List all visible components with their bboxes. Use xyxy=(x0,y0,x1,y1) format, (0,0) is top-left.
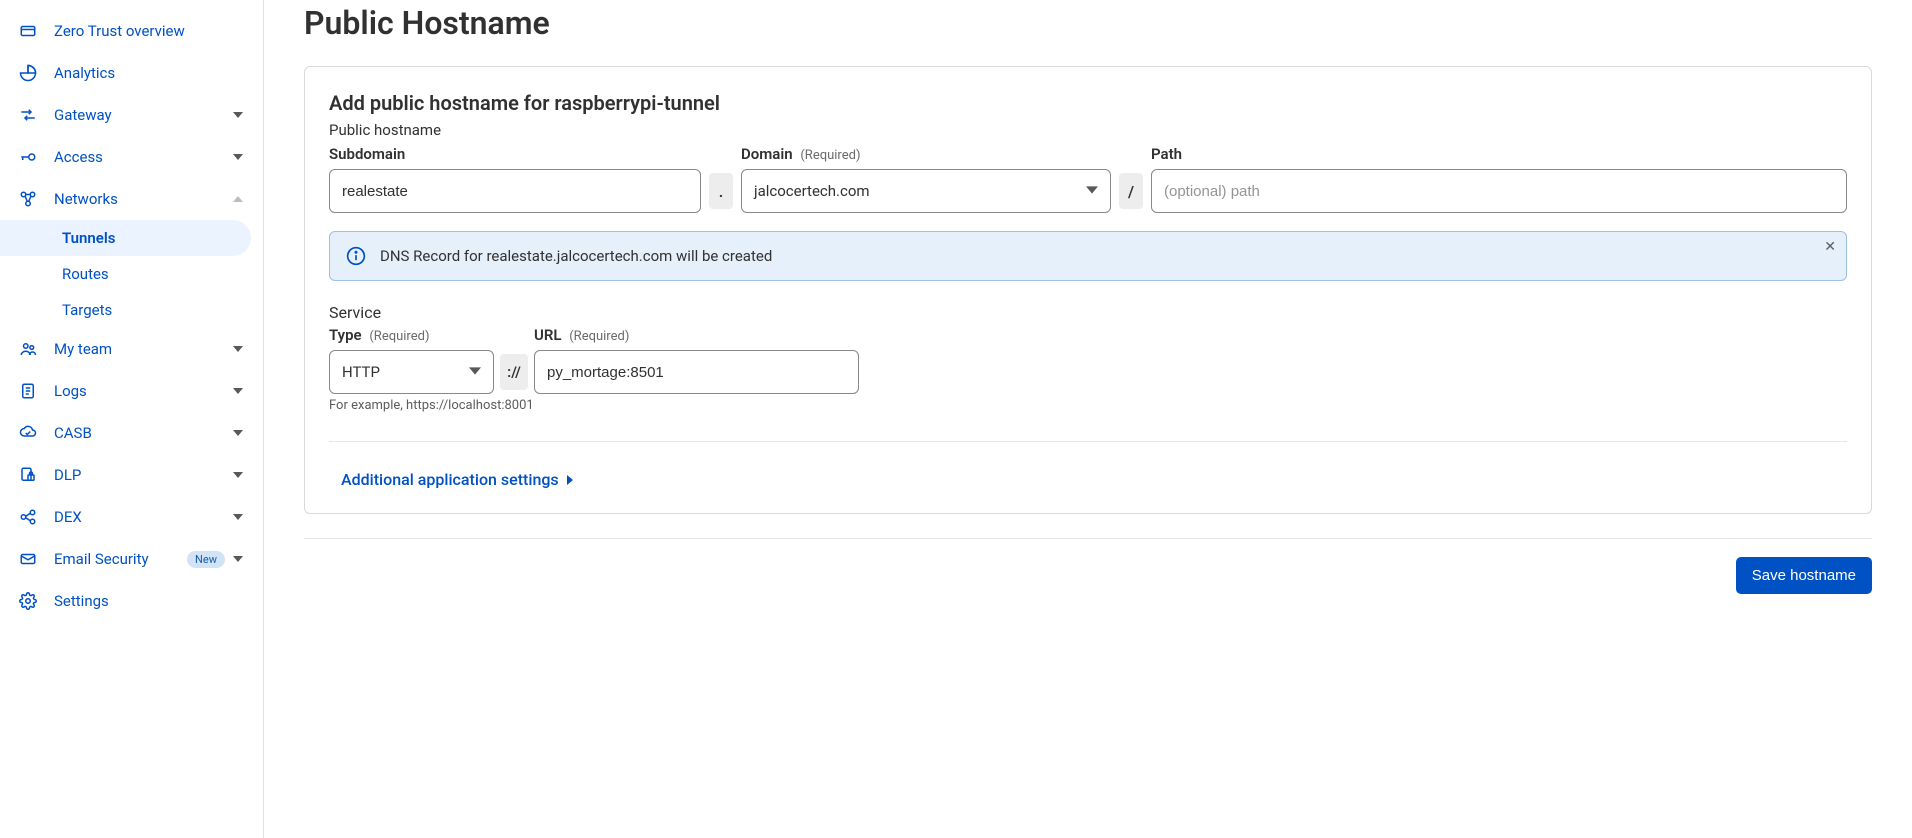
path-input[interactable] xyxy=(1151,169,1847,213)
sidebar-subitems-networks: Tunnels Routes Targets xyxy=(0,220,263,328)
analytics-icon xyxy=(18,63,38,83)
domain-select[interactable]: jalcocertech.com xyxy=(741,169,1111,213)
chevron-down-icon xyxy=(469,363,481,381)
sidebar-item-routes[interactable]: Routes xyxy=(0,256,263,292)
sidebar-item-analytics[interactable]: Analytics xyxy=(0,52,263,94)
footer-actions: Save hostname xyxy=(304,557,1872,594)
url-label-text: URL xyxy=(534,326,562,344)
chevron-down-icon xyxy=(233,512,245,522)
page-title: Public Hostname xyxy=(304,4,1872,42)
email-icon xyxy=(18,549,38,569)
divider xyxy=(329,441,1847,442)
type-select[interactable]: HTTP xyxy=(329,350,494,394)
url-input[interactable] xyxy=(534,350,859,394)
dns-info-banner: DNS Record for realestate.jalcocertech.c… xyxy=(329,231,1847,281)
separator-protocol: :// xyxy=(500,354,528,390)
sidebar-item-label: Gateway xyxy=(54,106,233,124)
domain-select-value: jalcocertech.com xyxy=(754,182,870,200)
sidebar-item-networks[interactable]: Networks xyxy=(0,178,263,220)
save-hostname-button[interactable]: Save hostname xyxy=(1736,557,1872,594)
sidebar-item-label: DLP xyxy=(54,466,233,484)
sidebar-item-label: Networks xyxy=(54,190,233,208)
sidebar-item-dex[interactable]: DEX xyxy=(0,496,263,538)
dlp-icon xyxy=(18,465,38,485)
sidebar-item-emailsecurity[interactable]: Email Security New xyxy=(0,538,263,580)
chevron-down-icon xyxy=(233,344,245,354)
chevron-right-icon xyxy=(565,470,575,489)
sidebar-item-label: Email Security xyxy=(54,550,179,568)
sidebar-item-access[interactable]: Access xyxy=(0,136,263,178)
panel-subtitle: Public hostname xyxy=(329,121,1847,139)
chevron-down-icon xyxy=(233,386,245,396)
url-label: URL (Required) xyxy=(534,326,859,344)
type-label: Type (Required) xyxy=(329,326,494,344)
panel-title: Add public hostname for raspberrypi-tunn… xyxy=(329,91,1847,115)
sidebar-item-label: Analytics xyxy=(54,64,245,82)
dns-info-text: DNS Record for realestate.jalcocertech.c… xyxy=(380,247,772,265)
sidebar-item-label: Targets xyxy=(62,301,112,319)
main-content: Public Hostname Add public hostname for … xyxy=(264,0,1912,838)
dex-icon xyxy=(18,507,38,527)
type-select-value: HTTP xyxy=(342,363,380,381)
sidebar: Zero Trust overview Analytics Gateway Ac… xyxy=(0,0,264,838)
type-required-text: (Required) xyxy=(369,329,429,344)
access-icon xyxy=(18,147,38,167)
networks-icon xyxy=(18,189,38,209)
close-icon[interactable]: ✕ xyxy=(1824,240,1836,254)
sidebar-item-dlp[interactable]: DLP xyxy=(0,454,263,496)
gateway-icon xyxy=(18,105,38,125)
sidebar-item-tunnels[interactable]: Tunnels xyxy=(0,220,251,256)
separator-slash xyxy=(1119,173,1143,209)
domain-label: Domain (Required) xyxy=(741,145,1111,163)
path-label: Path xyxy=(1151,145,1847,163)
chevron-down-icon xyxy=(233,428,245,438)
chevron-down-icon xyxy=(233,470,245,480)
additional-settings-link[interactable]: Additional application settings xyxy=(341,470,575,489)
sidebar-item-casb[interactable]: CASB xyxy=(0,412,263,454)
team-icon xyxy=(18,339,38,359)
sidebar-item-targets[interactable]: Targets xyxy=(0,292,263,328)
new-badge: New xyxy=(187,551,225,568)
sidebar-item-label: My team xyxy=(54,340,233,358)
chevron-up-icon xyxy=(233,194,245,204)
domain-required-text: (Required) xyxy=(800,148,860,163)
sidebar-item-label: DEX xyxy=(54,508,233,526)
sidebar-item-label: CASB xyxy=(54,424,233,442)
chevron-down-icon xyxy=(233,152,245,162)
subdomain-label: Subdomain xyxy=(329,145,701,163)
sidebar-item-myteam[interactable]: My team xyxy=(0,328,263,370)
overview-icon xyxy=(18,21,38,41)
sidebar-item-label: Zero Trust overview xyxy=(54,22,245,40)
sidebar-item-logs[interactable]: Logs xyxy=(0,370,263,412)
sidebar-item-label: Tunnels xyxy=(62,229,115,247)
casb-icon xyxy=(18,423,38,443)
sidebar-item-label: Logs xyxy=(54,382,233,400)
url-required-text: (Required) xyxy=(569,329,629,344)
sidebar-item-gateway[interactable]: Gateway xyxy=(0,94,263,136)
sidebar-item-label: Routes xyxy=(62,265,109,283)
gear-icon xyxy=(18,591,38,611)
sidebar-item-label: Settings xyxy=(54,592,245,610)
separator-dot xyxy=(709,173,733,209)
chevron-down-icon xyxy=(233,554,245,564)
info-icon xyxy=(346,246,366,266)
hostname-panel: Add public hostname for raspberrypi-tunn… xyxy=(304,66,1872,514)
domain-label-text: Domain xyxy=(741,145,793,163)
chevron-down-icon xyxy=(233,110,245,120)
footer-divider xyxy=(304,538,1872,539)
chevron-down-icon xyxy=(1086,182,1098,200)
sidebar-item-label: Access xyxy=(54,148,233,166)
subdomain-input[interactable] xyxy=(329,169,701,213)
url-hint: For example, https://localhost:8001 xyxy=(329,398,1847,413)
sidebar-item-settings[interactable]: Settings xyxy=(0,580,263,622)
additional-settings-label: Additional application settings xyxy=(341,470,559,489)
sidebar-item-overview[interactable]: Zero Trust overview xyxy=(0,10,263,52)
logs-icon xyxy=(18,381,38,401)
type-label-text: Type xyxy=(329,326,362,344)
service-section-label: Service xyxy=(329,303,1847,322)
